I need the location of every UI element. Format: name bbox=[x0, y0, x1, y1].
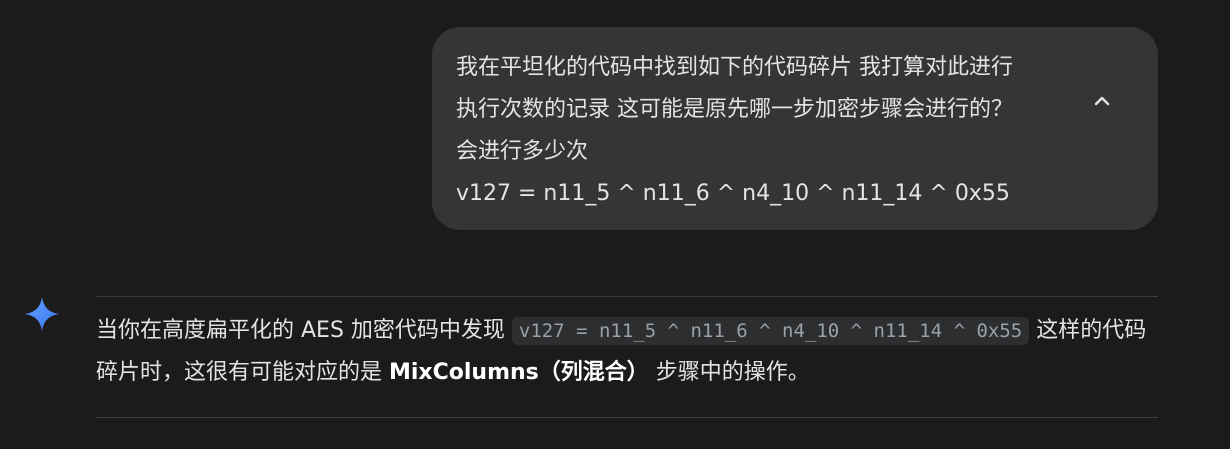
divider bbox=[96, 296, 1158, 297]
user-message-line: 我在平坦化的代码中找到如下的代码碎片 我打算对此进行 bbox=[456, 55, 1013, 80]
divider bbox=[96, 417, 1158, 418]
chat-page: 我在平坦化的代码中找到如下的代码碎片 我打算对此进行 执行次数的记录 这可能是原… bbox=[0, 0, 1230, 449]
model-response-text: 当你在高度扁平化的 AES 加密代码中发现 v127 = n11_5 ^ n11… bbox=[96, 310, 1158, 394]
response-text: 当你在高度扁平化的 AES 加密代码中发现 bbox=[96, 318, 512, 343]
user-message-line: 执行次数的记录 这可能是原先哪一步加密步骤会进行的？ bbox=[456, 97, 1013, 122]
user-message-line: 会进行多少次 bbox=[456, 139, 589, 164]
response-text: 步骤中的操作。 bbox=[648, 360, 810, 385]
bold-term: MixColumns（列混合） bbox=[389, 360, 649, 385]
chevron-up-icon bbox=[1094, 96, 1110, 106]
collapse-message-button[interactable] bbox=[1088, 87, 1116, 115]
inline-code: v127 = n11_5 ^ n11_6 ^ n4_10 ^ n11_14 ^ … bbox=[511, 317, 1030, 345]
user-message-bubble: 我在平坦化的代码中找到如下的代码碎片 我打算对此进行 执行次数的记录 这可能是原… bbox=[432, 27, 1158, 230]
sparkle-icon bbox=[25, 297, 59, 331]
user-message-line: v127 = n11_5 ^ n11_6 ^ n4_10 ^ n11_14 ^ … bbox=[456, 181, 1010, 206]
